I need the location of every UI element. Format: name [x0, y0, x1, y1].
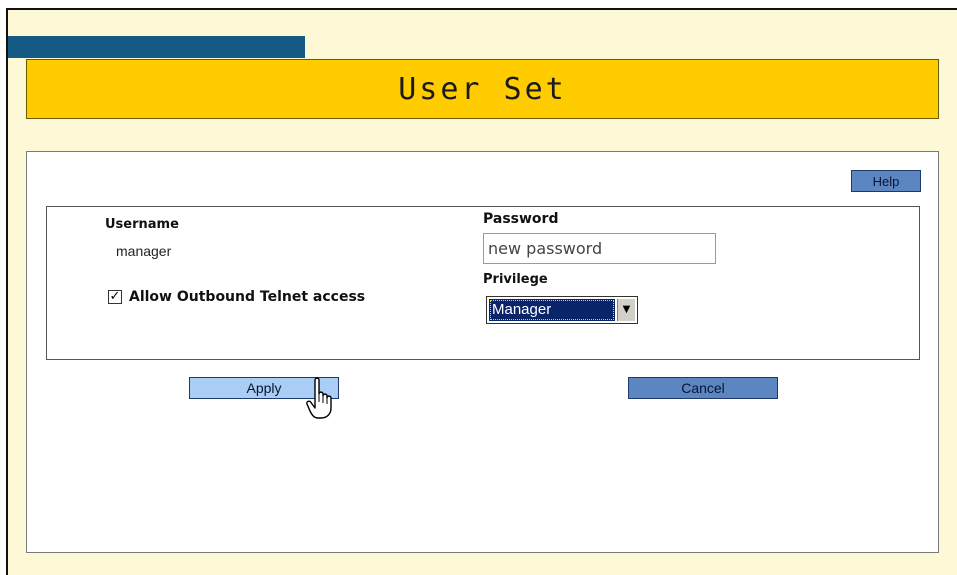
cancel-button[interactable]: Cancel: [628, 377, 778, 399]
title-bar: User Set: [26, 59, 939, 119]
chevron-down-icon[interactable]: ▼: [617, 299, 635, 321]
password-label: Password: [483, 211, 559, 227]
help-button[interactable]: Help: [851, 170, 921, 192]
hand-cursor-icon: [306, 377, 332, 419]
username-value: manager: [116, 243, 172, 259]
page-title: User Set: [398, 71, 567, 107]
telnet-checkbox[interactable]: ✓: [108, 290, 122, 304]
header-tab-strip: [8, 36, 305, 58]
telnet-label: Allow Outbound Telnet access: [129, 289, 366, 305]
username-label: Username: [105, 217, 179, 232]
privilege-selected-value: Manager: [489, 299, 615, 321]
password-field[interactable]: [483, 233, 716, 264]
privilege-select[interactable]: Manager ▼: [486, 296, 638, 324]
privilege-label: Privilege: [483, 272, 548, 287]
